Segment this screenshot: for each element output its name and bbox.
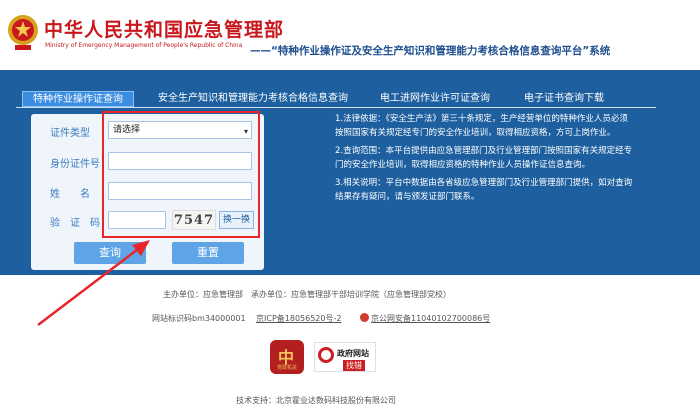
gov-badge-title: 政府网站 bbox=[337, 349, 369, 358]
footer-police-link[interactable]: 京公网安备11040102700086号 bbox=[360, 313, 490, 324]
info-notes-detail: 3.相关说明：平台中数据由各省级应急管理部门及行业管理部门提供，如对查询结果存有… bbox=[335, 178, 633, 202]
tab-divider bbox=[16, 107, 656, 108]
system-title: ——“特种作业操作证及安全生产知识和管理能力考核合格信息查询平台”系统 bbox=[250, 45, 611, 57]
info-legal-basis: 1.法律依据：《安全生产法》第三十条规定，生产经营单位的特种作业人员必须按照国家… bbox=[335, 114, 628, 138]
tab-special-operation-cert[interactable]: 特种作业操作证查询 bbox=[22, 91, 134, 107]
id-number-label: 身份证件号 bbox=[50, 159, 100, 170]
police-text: 京公网安备11040102700086号 bbox=[371, 314, 491, 323]
reset-button[interactable]: 重置 bbox=[172, 242, 244, 264]
magnifier-icon bbox=[318, 347, 334, 363]
tab-e-cert-download[interactable]: 电子证书查询下载 bbox=[524, 91, 604, 107]
party-gov-badge[interactable]: 中 党政机关 bbox=[270, 340, 304, 374]
site-header: 中华人民共和国应急管理部 Ministry of Emergency Manag… bbox=[0, 0, 700, 70]
footer-site-id: 网站标识码bm34000001 bbox=[152, 314, 246, 323]
tab-safety-knowledge-check[interactable]: 安全生产知识和管理能力考核合格信息查询 bbox=[158, 91, 348, 107]
org-name-en: Ministry of Emergency Management of Peop… bbox=[45, 42, 243, 49]
info-query-scope: 2.查询范围：本平台提供由应急管理部门及行业管理部门按照国家有关规定经专门的安全… bbox=[335, 146, 633, 170]
name-label: 姓 名 bbox=[50, 189, 90, 200]
icp-text: 京ICP备18056520号-2 bbox=[256, 314, 342, 323]
party-gov-badge-text: 党政机关 bbox=[276, 365, 297, 371]
police-badge-icon bbox=[360, 313, 369, 322]
captcha-label: 验 证 码 bbox=[50, 218, 100, 229]
gov-badge-action: 找错 bbox=[343, 360, 365, 371]
info-notes: 1.法律依据：《安全生产法》第三十条规定，生产经营单位的特种作业人员必须按照国家… bbox=[335, 112, 635, 208]
highlight-annotation-box bbox=[102, 111, 260, 238]
tab-electrician-permit[interactable]: 电工进网作业许可证查询 bbox=[380, 91, 490, 107]
national-emblem-icon bbox=[8, 15, 38, 50]
org-name-cn: 中华人民共和国应急管理部 bbox=[44, 19, 285, 41]
page: 中华人民共和国应急管理部 Ministry of Emergency Manag… bbox=[0, 0, 700, 417]
cert-type-label: 证件类型 bbox=[50, 128, 90, 139]
footer-icp-link[interactable]: 京ICP备18056520号-2 bbox=[256, 313, 341, 324]
footer-sponsor: 主办单位：应急管理部 承办单位：应急管理部干部培训学院（应急管理部党校） bbox=[163, 290, 451, 299]
query-button[interactable]: 查询 bbox=[74, 242, 146, 264]
footer-tech-support: 技术支持：北京霍业达数码科技股份有限公司 bbox=[236, 396, 396, 405]
gov-site-error-badge[interactable]: 政府网站 找错 bbox=[314, 342, 376, 372]
